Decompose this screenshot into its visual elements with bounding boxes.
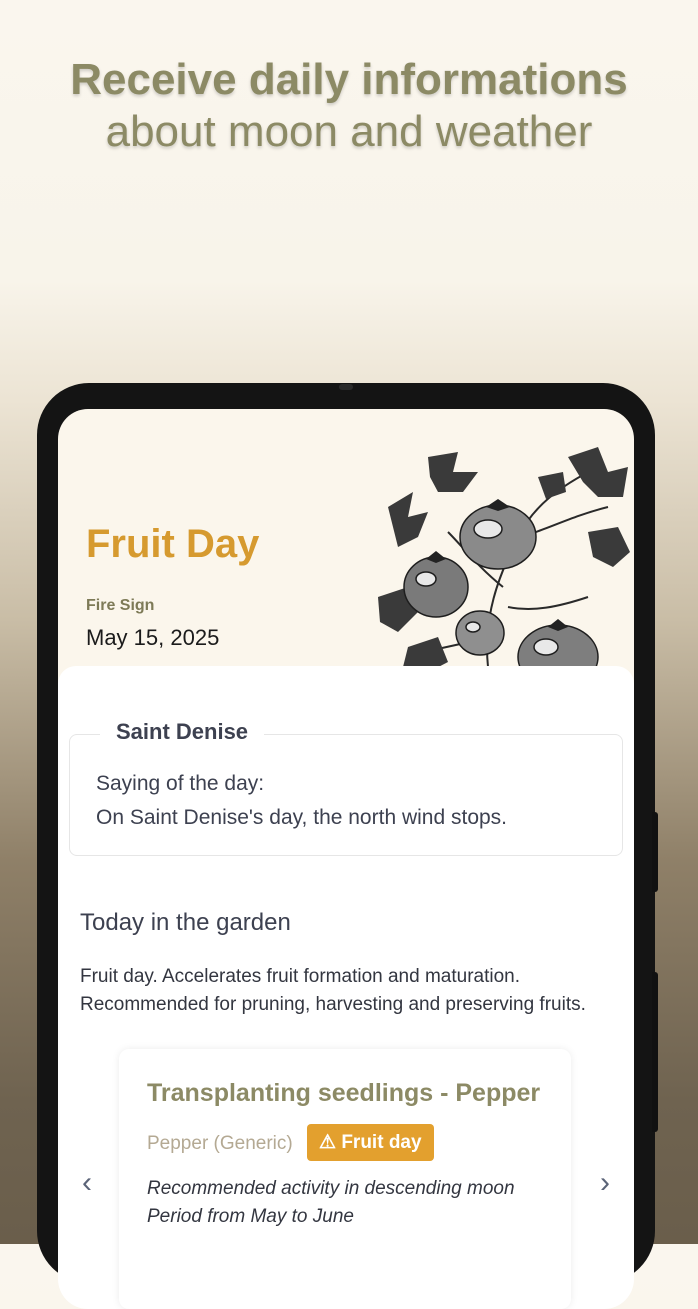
phone-camera: [339, 384, 353, 390]
phone-volume-button: [652, 972, 658, 1132]
activity-variety: Pepper (Generic): [147, 1133, 293, 1154]
activity-note-line-1: Recommended activity in descending moon: [147, 1178, 515, 1199]
activity-note: Recommended activity in descending moon …: [147, 1175, 515, 1231]
content-card: Saint Denise Saying of the day: On Saint…: [58, 666, 634, 1309]
saying-label: Saying of the day:: [96, 772, 265, 795]
garden-section-title: Today in the garden: [80, 909, 291, 936]
current-date: May 15, 2025: [86, 625, 220, 650]
headline-line-1: Receive daily informations: [70, 55, 628, 104]
chevron-left-icon[interactable]: ‹: [72, 1158, 102, 1208]
saint-of-day-box: Saint Denise Saying of the day: On Saint…: [69, 719, 623, 856]
activity-carousel-card[interactable]: Transplanting seedlings - Pepper Pepper …: [119, 1049, 571, 1309]
headline-line-2: about moon and weather: [105, 107, 593, 156]
tomato-plant-illustration: [378, 447, 630, 677]
app-screen: Fruit Day Fire Sign May 15, 2025 Saint D…: [58, 409, 634, 1309]
garden-description: Fruit day. Accelerates fruit formation a…: [80, 966, 586, 1015]
saying-text: On Saint Denise's day, the north wind st…: [96, 806, 508, 829]
chevron-right-icon[interactable]: ›: [590, 1158, 620, 1208]
promo-headline: Receive daily informations about moon an…: [0, 55, 698, 159]
badge-label: Fruit day: [341, 1132, 422, 1153]
phone-side-button: [652, 812, 658, 892]
activity-note-line-2: Period from May to June: [147, 1206, 354, 1227]
warning-icon: ⚠: [319, 1132, 337, 1153]
zodiac-sign: Fire Sign: [86, 597, 155, 614]
fruit-day-badge: ⚠ Fruit day: [307, 1124, 434, 1161]
day-type-title: Fruit Day: [86, 522, 260, 566]
saint-name: Saint Denise: [100, 719, 265, 745]
saying-of-day: Saying of the day: On Saint Denise's day…: [96, 767, 507, 835]
activity-title: Transplanting seedlings - Pepper: [147, 1079, 541, 1107]
